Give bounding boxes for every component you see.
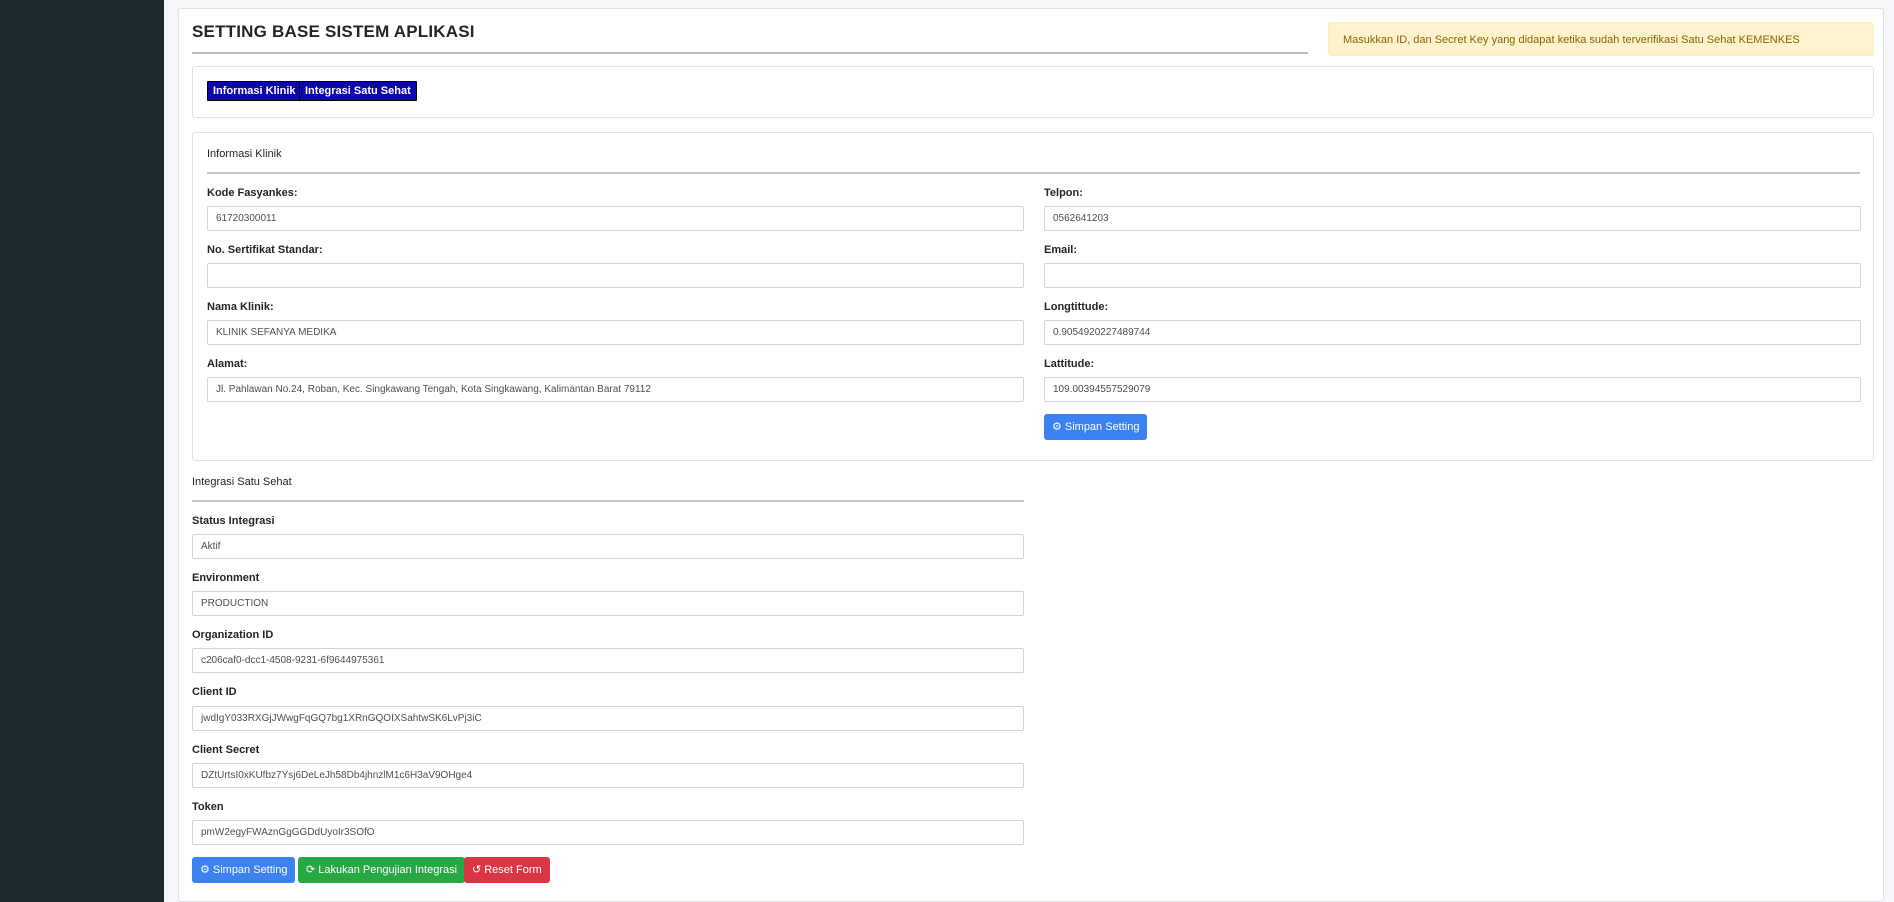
- clinic-save-button[interactable]: ⚙ Simpan Setting: [1044, 414, 1148, 440]
- clinic-info-section: [192, 132, 1874, 461]
- kode-fasyankes-input[interactable]: 61720300011: [207, 206, 1024, 231]
- tab-informasi-klinik[interactable]: Informasi Klinik: [207, 81, 302, 101]
- integration-section-title: Integrasi Satu Sehat: [192, 476, 292, 488]
- nama-klinik-input[interactable]: KLINIK SEFANYA MEDIKA: [207, 320, 1024, 345]
- environment-label: Environment: [192, 572, 260, 584]
- status-integrasi-input[interactable]: Aktif: [192, 534, 1024, 559]
- title-divider: [192, 52, 1308, 54]
- reset-form-button[interactable]: ↺ Reset Form: [464, 857, 550, 883]
- reset-form-label: Reset Form: [484, 864, 542, 876]
- longtittude-label: Longtittude:: [1044, 301, 1109, 313]
- clinic-section-title: Informasi Klinik: [207, 148, 282, 160]
- alamat-label: Alamat:: [207, 358, 248, 370]
- lattitude-label: Lattitude:: [1044, 358, 1095, 370]
- test-integration-button[interactable]: ⟳ Lakukan Pengujian Integrasi: [298, 857, 466, 883]
- telpon-label: Telpon:: [1044, 187, 1083, 199]
- nama-klinik-label: Nama Klinik:: [207, 301, 274, 313]
- longtittude-input[interactable]: 0.9054920227489744: [1044, 320, 1861, 345]
- token-input[interactable]: pmW2egyFWAznGgGGDdUyoIr3SOfO: [192, 820, 1024, 845]
- page-title: SETTING BASE SISTEM APLIKASI: [192, 22, 475, 41]
- organization-id-label: Organization ID: [192, 629, 274, 641]
- gear-icon: ⚙: [1052, 421, 1062, 433]
- email-input[interactable]: [1044, 263, 1861, 288]
- telpon-input[interactable]: 0562641203: [1044, 206, 1861, 231]
- client-id-label: Client ID: [192, 686, 237, 698]
- tab-integrasi-satu-sehat[interactable]: Integrasi Satu Sehat: [299, 81, 417, 101]
- no-sertifikat-label: No. Sertifikat Standar:: [207, 244, 323, 256]
- clinic-save-label: Simpan Setting: [1064, 421, 1140, 433]
- client-secret-label: Client Secret: [192, 744, 260, 756]
- token-label: Token: [192, 801, 224, 813]
- email-label: Email:: [1044, 244, 1078, 256]
- kode-fasyankes-label: Kode Fasyankes:: [207, 187, 298, 199]
- integration-save-button[interactable]: ⚙ Simpan Setting: [192, 857, 296, 883]
- alamat-input[interactable]: Jl. Pahlawan No.24, Roban, Kec. Singkawa…: [207, 377, 1024, 402]
- environment-input[interactable]: PRODUCTION: [192, 591, 1024, 616]
- client-secret-input[interactable]: DZtUrtsI0xKUfbz7Ysj6DeLeJh58Db4jhnzlM1c6…: [192, 763, 1024, 788]
- tab-container: [192, 66, 1874, 118]
- integration-save-label: Simpan Setting: [212, 864, 288, 876]
- test-integration-label: Lakukan Pengujian Integrasi: [318, 864, 458, 876]
- client-id-input[interactable]: jwdIgY033RXGjJWwgFqGQ7bg1XRnGQOIXSahtwSK…: [192, 706, 1024, 731]
- status-integrasi-label: Status Integrasi: [192, 515, 275, 527]
- integration-section-divider: [192, 500, 1024, 502]
- info-alert: Masukkan ID, dan Secret Key yang didapat…: [1328, 22, 1874, 56]
- clinic-section-divider: [207, 172, 1860, 174]
- undo-icon: ↺: [472, 864, 482, 876]
- organization-id-input[interactable]: c206caf0-dcc1-4508-9231-6f9644975361: [192, 648, 1024, 673]
- sidebar: [0, 0, 164, 902]
- lattitude-input[interactable]: 109.00394557529079: [1044, 377, 1861, 402]
- refresh-icon: ⟳: [306, 864, 316, 876]
- gear-icon: ⚙: [200, 864, 210, 876]
- no-sertifikat-input[interactable]: [207, 263, 1024, 288]
